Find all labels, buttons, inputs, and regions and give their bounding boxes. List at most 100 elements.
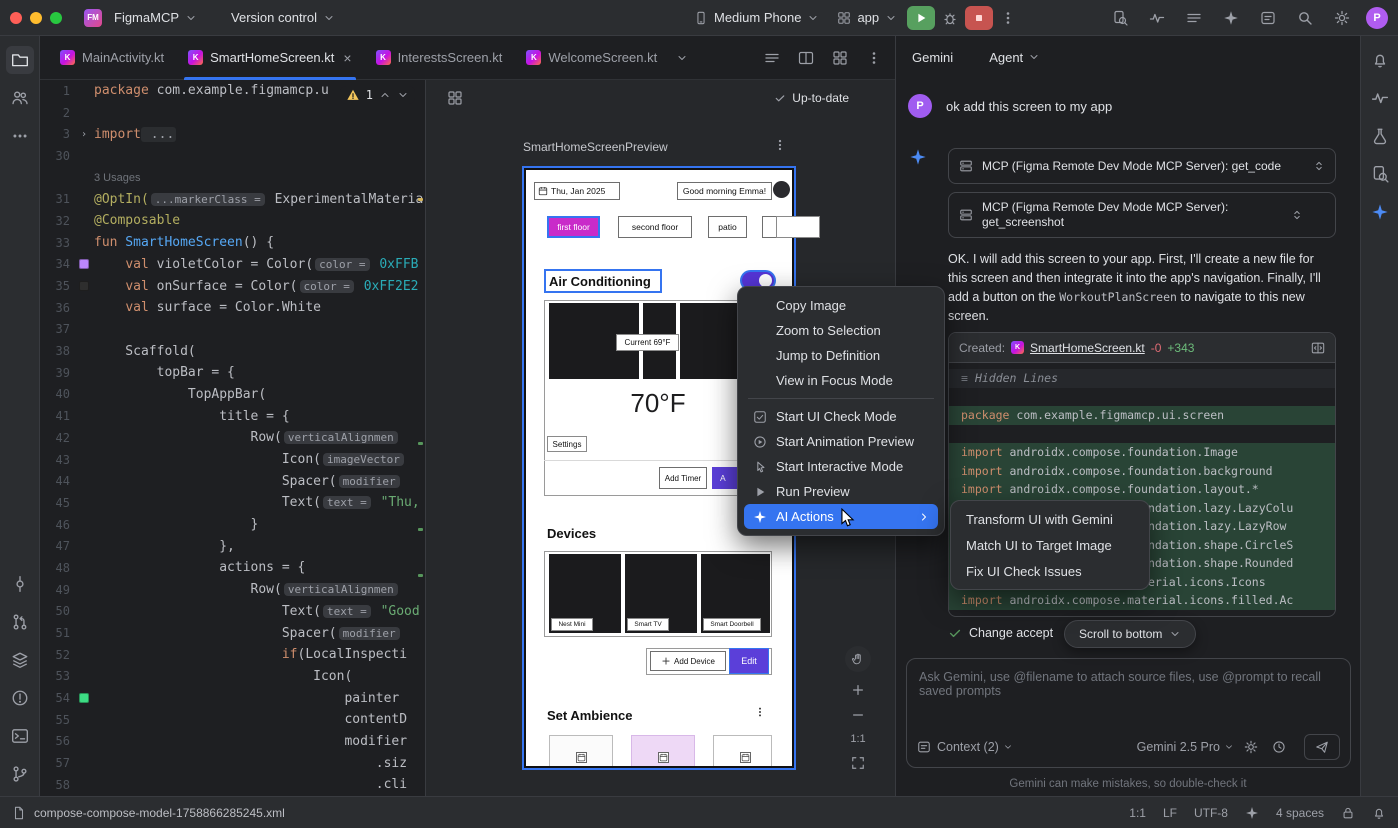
menu-item-start-animation-preview[interactable]: Start Animation Preview — [744, 429, 938, 454]
tab-welcomescreen[interactable]: K WelcomeScreen.kt — [514, 36, 669, 80]
tab-smarthomescreen[interactable]: K SmartHomeScreen.kt × — [176, 36, 363, 80]
menu-item-transform-ui-with-gemini[interactable]: Transform UI with Gemini — [956, 506, 1144, 532]
gemini-settings-button[interactable] — [1240, 735, 1262, 759]
menu-item-zoom-to-selection[interactable]: Zoom to Selection — [744, 318, 938, 343]
scroll-to-bottom-button[interactable]: Scroll to bottom — [1064, 620, 1196, 648]
build-tool-button[interactable] — [6, 646, 34, 674]
color-swatch[interactable] — [79, 259, 89, 269]
status-file[interactable]: compose-compose-model-1758866285245.xml — [12, 806, 285, 820]
minimize-window-button[interactable] — [30, 12, 42, 24]
pan-button[interactable] — [845, 646, 871, 672]
layout-inspector-tool-button[interactable] — [1366, 160, 1394, 188]
ai-status-icon[interactable] — [1245, 806, 1259, 820]
close-tab-icon[interactable]: × — [343, 51, 351, 65]
preview-grid-button[interactable] — [442, 86, 468, 110]
search-everywhere-button[interactable] — [1292, 6, 1318, 30]
color-swatch[interactable] — [79, 693, 89, 703]
send-button[interactable] — [1304, 734, 1340, 760]
line-separator[interactable]: LF — [1163, 806, 1177, 820]
add-timer-button[interactable]: Add Timer — [659, 467, 707, 489]
zoom-window-button[interactable] — [50, 12, 62, 24]
terminal-tool-button[interactable] — [6, 722, 34, 750]
more-run-actions-button[interactable] — [995, 6, 1021, 30]
profiler-tool-button[interactable] — [1366, 84, 1394, 112]
comments-button[interactable] — [1255, 6, 1281, 30]
tab-interestsscreen[interactable]: K InterestsScreen.kt — [364, 36, 515, 80]
menu-item-jump-to-definition[interactable]: Jump to Definition — [744, 343, 938, 368]
commit-tool-button[interactable] — [6, 570, 34, 598]
zoom-level[interactable]: 1:1 — [850, 733, 865, 745]
add-device-button[interactable]: Add Device — [650, 651, 726, 671]
error-stripe-mark[interactable] — [418, 574, 423, 577]
editor-options-button[interactable] — [861, 46, 887, 70]
menu-item-fix-ui-check-issues[interactable]: Fix UI Check Issues — [956, 558, 1144, 584]
split-editor-button[interactable] — [793, 46, 819, 70]
tab-mainactivity[interactable]: K MainActivity.kt — [48, 36, 176, 80]
problems-tool-button[interactable] — [6, 684, 34, 712]
tool-call-get-code[interactable]: MCP (Figma Remote Dev Mode MCP Server): … — [948, 148, 1336, 184]
menu-item-start-interactive-mode[interactable]: Start Interactive Mode — [744, 454, 938, 479]
menu-item-run-preview[interactable]: Run Preview — [744, 479, 938, 504]
context-selector[interactable]: Context (2) — [937, 740, 1013, 754]
expand-collapse-icon[interactable] — [1313, 160, 1325, 172]
project-selector[interactable]: FigmaMCP — [106, 6, 205, 29]
device-selector[interactable]: Medium Phone — [686, 6, 827, 29]
file-encoding[interactable]: UTF-8 — [1194, 806, 1228, 820]
menu-item-start-ui-check-mode[interactable]: Start UI Check Mode — [744, 404, 938, 429]
more-tool-windows-button[interactable] — [6, 122, 34, 150]
edit-button[interactable]: Edit — [730, 649, 768, 673]
logcat-button[interactable] — [1181, 6, 1207, 30]
inspections-widget[interactable]: 1 — [340, 86, 415, 104]
chip-first-floor[interactable]: first floor — [547, 216, 600, 238]
run-button[interactable] — [907, 6, 935, 30]
menu-item-copy-image[interactable]: Copy Image — [744, 293, 938, 318]
menu-item-match-ui-to-target-image[interactable]: Match UI to Target Image — [956, 532, 1144, 558]
indent-setting[interactable]: 4 spaces — [1276, 806, 1324, 820]
user-avatar[interactable] — [773, 181, 790, 198]
chevron-up-icon[interactable] — [379, 89, 391, 101]
git-tool-button[interactable] — [6, 760, 34, 788]
error-stripe-mark[interactable] — [418, 198, 423, 201]
editor-layout-button[interactable] — [827, 46, 853, 70]
zoom-in-button[interactable] — [851, 683, 865, 697]
menu-item-view-in-focus-mode[interactable]: View in Focus Mode — [744, 368, 938, 393]
running-devices-button[interactable] — [1107, 6, 1133, 30]
error-stripe-mark[interactable] — [418, 528, 423, 531]
gemini-prompt-input[interactable] — [907, 659, 1350, 717]
model-selector[interactable]: Gemini 2.5 Pro — [1137, 740, 1234, 754]
date-chip[interactable]: Thu, Jan 2025 — [534, 182, 620, 200]
tab-gemini[interactable]: Gemini — [912, 50, 953, 65]
ambience-options-button[interactable] — [754, 706, 766, 718]
notifications-icon[interactable] — [1372, 806, 1386, 820]
selection-handle[interactable] — [776, 216, 820, 238]
settings-button[interactable] — [1329, 6, 1355, 30]
expand-collapse-icon[interactable] — [1291, 209, 1303, 221]
chevron-down-icon[interactable] — [397, 89, 409, 101]
chip-second-floor[interactable]: second floor — [618, 216, 692, 238]
notifications-tool-button[interactable] — [1366, 46, 1394, 74]
tool-call-get-screenshot[interactable]: MCP (Figma Remote Dev Mode MCP Server): … — [948, 192, 1336, 238]
settings-label[interactable]: Settings — [547, 436, 587, 452]
preview-name-label[interactable]: SmartHomeScreenPreview — [523, 140, 668, 154]
error-stripe-mark[interactable] — [418, 442, 423, 445]
code-editor[interactable]: 1package com.example.figmamcp.u23›import… — [40, 80, 425, 796]
debug-button[interactable] — [937, 6, 963, 30]
user-avatar[interactable]: P — [1366, 7, 1388, 29]
stop-button[interactable] — [965, 6, 993, 30]
project-tool-button[interactable] — [6, 46, 34, 74]
zoom-fit-button[interactable] — [851, 756, 865, 770]
gemini-tool-button[interactable] — [1366, 198, 1394, 226]
close-window-button[interactable] — [10, 12, 22, 24]
vcs-widget[interactable]: Version control — [223, 6, 343, 29]
open-diff-icon[interactable] — [1311, 341, 1325, 355]
cursor-position[interactable]: 1:1 — [1129, 806, 1146, 820]
hidden-tabs-button[interactable] — [669, 46, 695, 70]
tab-agent[interactable]: Agent — [989, 50, 1040, 65]
collaboration-tool-button[interactable] — [6, 84, 34, 112]
preview-options-button[interactable] — [773, 138, 787, 152]
color-swatch[interactable] — [79, 281, 89, 291]
created-filename-link[interactable]: SmartHomeScreen.kt — [1030, 341, 1145, 355]
zoom-out-button[interactable] — [851, 708, 865, 722]
pull-requests-tool-button[interactable] — [6, 608, 34, 636]
chip-patio[interactable]: patio — [708, 216, 747, 238]
